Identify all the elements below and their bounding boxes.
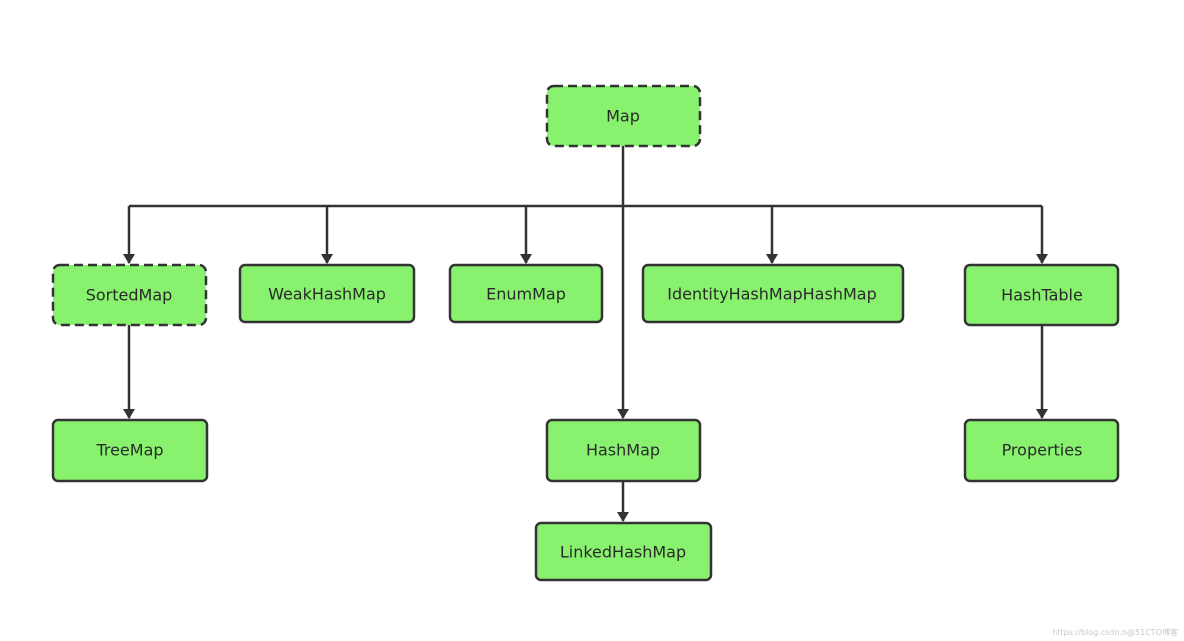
node-label: HashMap — [586, 441, 660, 460]
watermark: https://blog.csdn.n@51CTO博客 — [1052, 628, 1178, 637]
node-identityhashmap: IdentityHashMapHashMap — [641, 263, 905, 324]
node-label: WeakHashMap — [268, 285, 386, 304]
node-linkedhashmap: LinkedHashMap — [534, 521, 713, 582]
node-treemap: TreeMap — [51, 418, 209, 483]
node-label: Map — [606, 107, 640, 126]
node-map: Map — [545, 84, 702, 148]
node-label: HashTable — [1001, 286, 1083, 305]
node-enummap: EnumMap — [448, 263, 604, 324]
node-label: LinkedHashMap — [560, 543, 686, 562]
node-hashtable: HashTable — [963, 263, 1120, 327]
node-label: EnumMap — [486, 285, 566, 304]
node-label: IdentityHashMapHashMap — [667, 285, 876, 304]
node-properties: Properties — [963, 418, 1120, 483]
node-sortedmap: SortedMap — [51, 263, 208, 327]
node-label: Properties — [1002, 441, 1083, 460]
node-weakhashmap: WeakHashMap — [238, 263, 416, 324]
node-hashmap: HashMap — [545, 418, 702, 483]
node-label: TreeMap — [95, 441, 163, 460]
node-label: SortedMap — [86, 286, 173, 305]
class-hierarchy-diagram: Map SortedMap WeakHashMap EnumMap Identi… — [51, 84, 1120, 582]
